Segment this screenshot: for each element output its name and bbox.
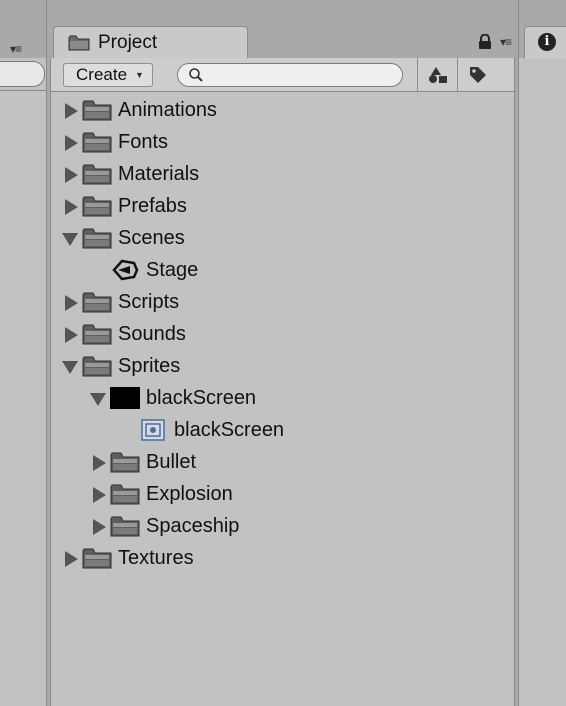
folder-icon <box>82 355 116 377</box>
filter-by-type-button[interactable] <box>417 58 458 91</box>
tree-row[interactable]: Bullet <box>90 447 196 477</box>
black-texture-icon <box>110 387 144 409</box>
create-button-label: Create <box>76 65 128 84</box>
tag-icon <box>470 66 486 83</box>
search-input[interactable] <box>177 63 403 87</box>
tab-inspector[interactable]: i <box>524 26 566 59</box>
tree-row-label: Fonts <box>118 130 169 153</box>
sprite-icon <box>138 419 172 441</box>
info-icon: i <box>538 33 556 51</box>
project-panel: Project ▾≡ Create ▼ Animations Fonts Mat… <box>50 0 515 706</box>
right-panel: i <box>518 0 566 706</box>
tree-row[interactable]: blackScreen <box>118 415 284 445</box>
tab-project[interactable]: Project <box>53 26 248 59</box>
unity-scene-icon <box>110 259 144 281</box>
tree-row-label: blackScreen <box>146 386 257 409</box>
folder-icon <box>82 131 116 153</box>
folder-icon <box>82 99 116 121</box>
tree-row-label: Animations <box>118 98 217 121</box>
create-button[interactable]: Create ▼ <box>63 63 153 87</box>
folder-icon <box>82 163 116 185</box>
tree-row-label: Stage <box>146 258 199 281</box>
expand-right-arrow-icon[interactable] <box>62 166 78 183</box>
tree-row-label: Materials <box>118 162 200 185</box>
folder-icon <box>110 515 144 537</box>
left-panel-divider <box>0 90 46 91</box>
expand-right-arrow-icon[interactable] <box>90 454 106 471</box>
tree-row[interactable]: Fonts <box>62 127 168 157</box>
tree-row[interactable]: Explosion <box>90 479 233 509</box>
expand-right-arrow-icon[interactable] <box>62 294 78 311</box>
tree-row-label: Scripts <box>118 290 180 313</box>
expand-right-arrow-icon[interactable] <box>62 134 78 151</box>
folder-icon <box>82 291 116 313</box>
folder-icon <box>110 483 144 505</box>
tree-row[interactable]: Prefabs <box>62 191 187 221</box>
tree-row-label: Textures <box>118 546 194 569</box>
search-icon <box>189 68 203 82</box>
project-panel-menu-icon[interactable]: ▾≡ <box>500 35 512 49</box>
left-panel-menu-icon[interactable]: ▾≡ <box>10 42 22 56</box>
tree-row-label: Sounds <box>118 322 186 345</box>
tree-row[interactable]: blackScreen <box>90 383 256 413</box>
tree-row[interactable]: Scripts <box>62 287 179 317</box>
folder-icon <box>82 195 116 217</box>
project-body: Create ▼ Animations Fonts Materials Pref… <box>50 58 515 706</box>
tree-row[interactable]: Sprites <box>62 351 180 381</box>
folder-icon <box>82 227 116 249</box>
tree-row[interactable]: Textures <box>62 543 194 573</box>
expand-right-arrow-icon[interactable] <box>62 550 78 567</box>
project-toolbar: Create ▼ <box>51 58 514 92</box>
tree-row[interactable]: Materials <box>62 159 199 189</box>
filter-by-label-button[interactable] <box>457 58 498 91</box>
tree-row-label: Explosion <box>146 482 233 505</box>
folder-icon <box>110 451 144 473</box>
tree-row[interactable]: Scenes <box>62 223 185 253</box>
tree-row-label: Scenes <box>118 226 185 249</box>
expand-down-arrow-icon[interactable] <box>90 390 106 406</box>
tree-row[interactable]: Spaceship <box>90 511 239 541</box>
folder-icon <box>68 35 90 51</box>
left-panel-search-input[interactable] <box>0 61 45 87</box>
expand-down-arrow-icon[interactable] <box>62 230 78 246</box>
shapes-icon <box>429 66 447 83</box>
expand-right-arrow-icon[interactable] <box>90 518 106 535</box>
tree-row-label: Sprites <box>118 354 181 377</box>
tree-row-label: Bullet <box>146 450 197 473</box>
folder-icon <box>82 547 116 569</box>
tree-row-label: blackScreen <box>174 418 285 441</box>
tab-project-label: Project <box>98 32 158 53</box>
tree-row-label: Prefabs <box>118 194 187 217</box>
lock-icon[interactable] <box>478 33 492 50</box>
left-panel: ▾≡ <box>0 0 47 706</box>
expand-right-arrow-icon[interactable] <box>62 102 78 119</box>
expand-down-arrow-icon[interactable] <box>62 358 78 374</box>
expand-right-arrow-icon[interactable] <box>62 326 78 343</box>
tree-row[interactable]: Animations <box>62 95 217 125</box>
expand-right-arrow-icon[interactable] <box>62 198 78 215</box>
tree-row[interactable]: Sounds <box>62 319 186 349</box>
tree-row-label: Spaceship <box>146 514 240 537</box>
left-panel-tabbar <box>0 0 46 58</box>
project-panel-controls: ▾≡ <box>478 33 512 50</box>
chevron-down-icon: ▼ <box>135 70 144 80</box>
folder-icon <box>82 323 116 345</box>
expand-right-arrow-icon[interactable] <box>90 486 106 503</box>
tree-row[interactable]: Stage <box>90 255 198 285</box>
